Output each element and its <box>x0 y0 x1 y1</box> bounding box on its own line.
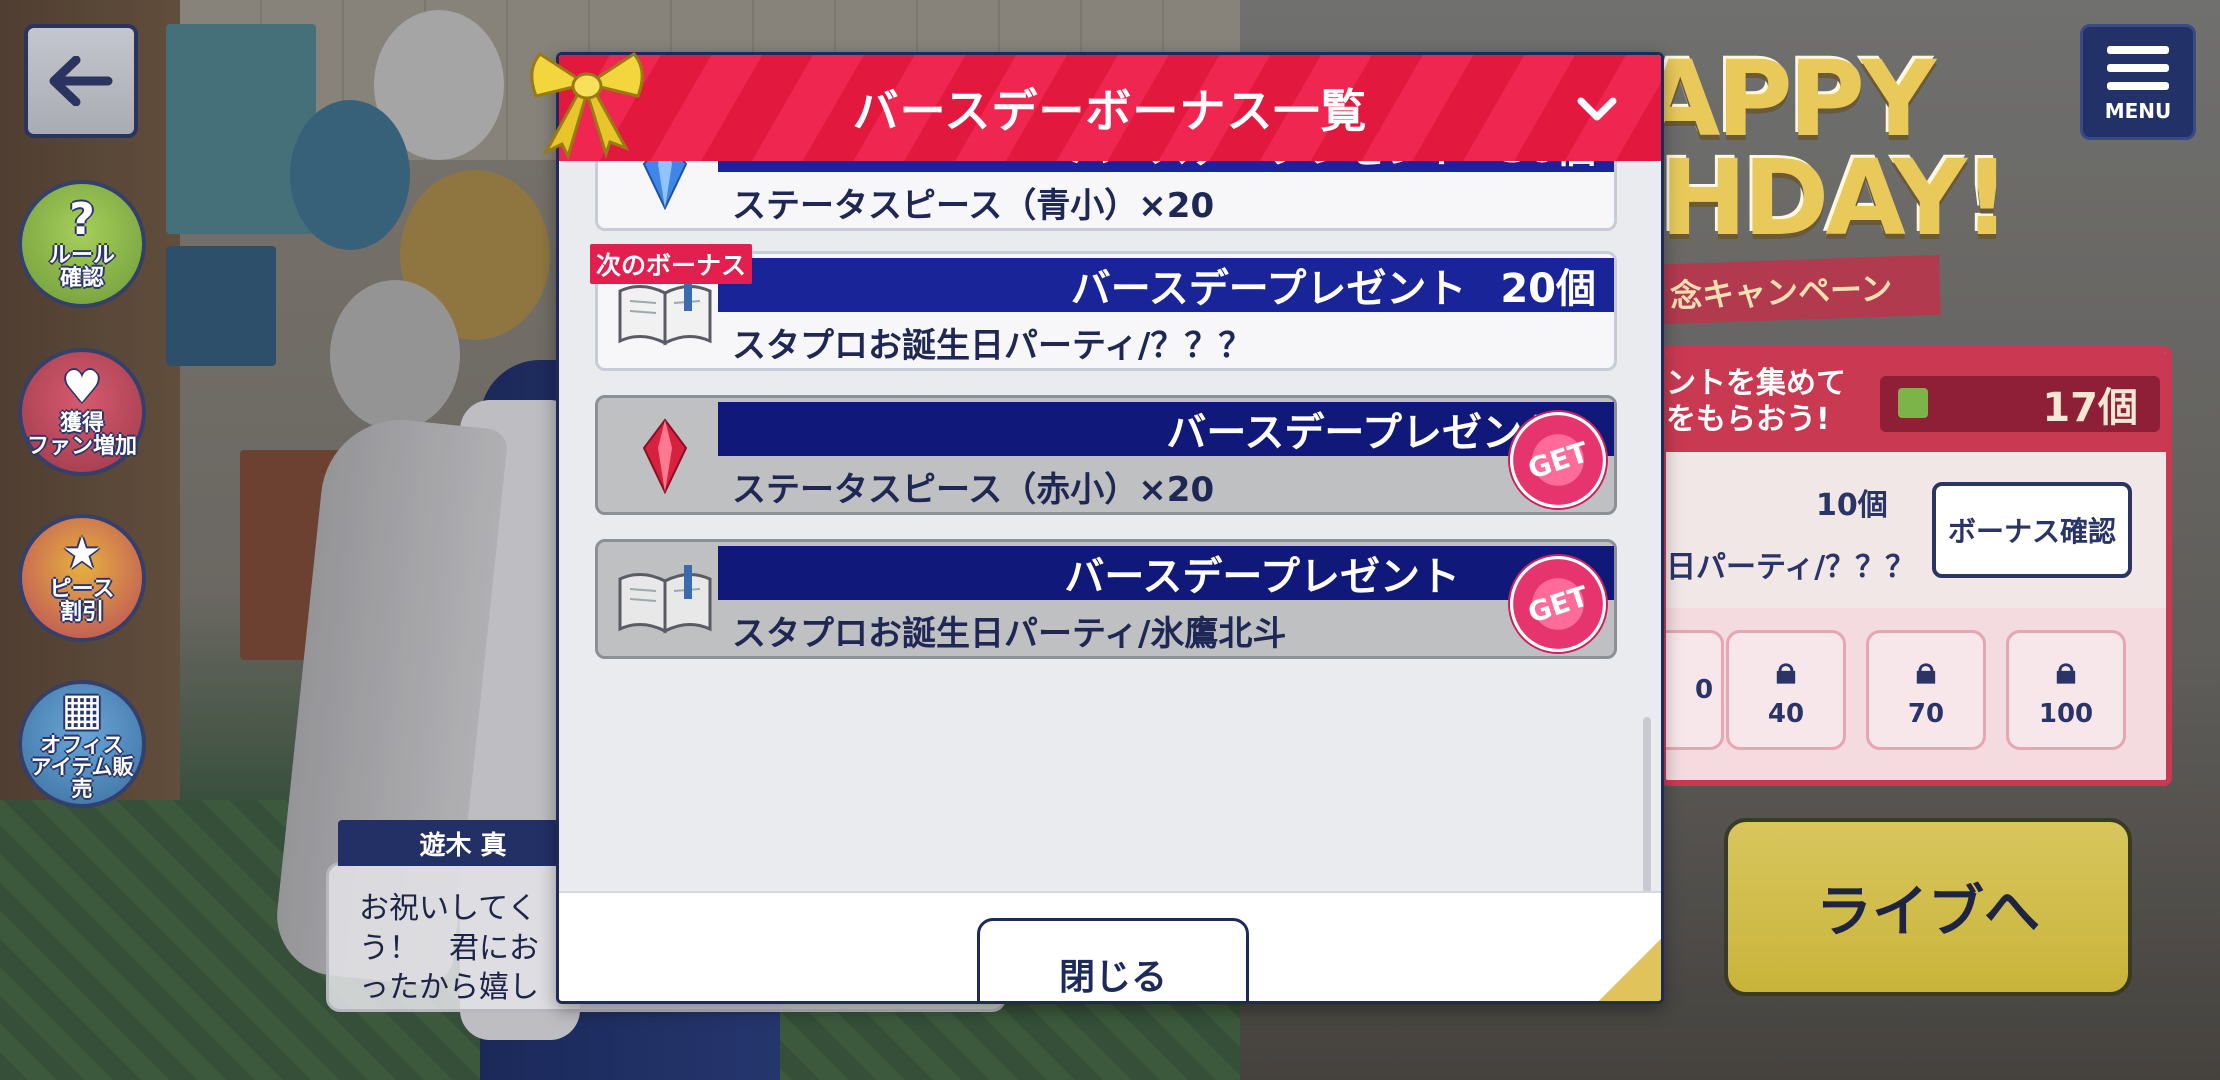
bonus-row: バースデープレゼント 20個 スタプロお誕生日パーティ/？？？ 次のボーナス <box>590 244 1617 371</box>
modal-title: バースデーボーナス一覧 <box>852 84 1368 138</box>
present-count-value: 17個 <box>2042 385 2138 431</box>
gold-corner-decoration <box>1597 937 1661 1001</box>
menu-label: MENU <box>2104 99 2172 123</box>
close-button[interactable]: 閉じる <box>977 918 1249 1001</box>
next-bonus-badge: 次のボーナス <box>590 244 753 284</box>
reward-tile[interactable]: 🔒︎ 70 <box>1866 630 1986 750</box>
scrollbar[interactable] <box>1643 717 1651 891</box>
fan-increase-label: 獲得 ファン増加 <box>26 410 137 459</box>
question-icon: ? <box>69 193 95 245</box>
bonus-row: バースデープレゼント 30個 ステータスピース（青小）×20 <box>595 161 1617 231</box>
row-title: バースデープレゼント <box>1064 554 1460 600</box>
row-item: スタプロお誕生日パーティ/？？？ <box>732 326 1253 366</box>
next-bonus-item: 日パーティ/？？？ <box>1666 550 1916 585</box>
office-item-sale-label: オフィス アイテム販売 <box>30 732 134 802</box>
modal-footer: 閉じる <box>559 891 1661 1001</box>
modal-header: バースデーボーナス一覧 <box>559 55 1661 161</box>
row-title-band: バースデープレゼント <box>718 546 1614 600</box>
row-title: バースデープレゼント <box>1166 410 1562 456</box>
row-title: バースデープレゼント <box>1070 266 1467 312</box>
piece-discount-button[interactable]: ★ ピース 割引 <box>18 514 146 642</box>
lock-icon: 🔒︎ <box>1915 648 1937 692</box>
tile-value: 70 <box>1907 699 1945 729</box>
row-count: 20個 <box>1500 266 1596 312</box>
present-count: 17個 <box>1880 376 2160 432</box>
campaign-ribbon: 念キャンペーン <box>1639 254 1941 326</box>
lock-icon: 🔒︎ <box>1775 648 1797 692</box>
bonus-row: バースデープレゼント ステータスピース（赤小）×20 GET <box>595 395 1619 521</box>
row-title: バースデープレゼント <box>1071 161 1467 174</box>
campaign-panel: ントを集めて をもらおう! 17個 10個 日パーティ/？？？ ボーナス確認 0… <box>1660 346 2172 786</box>
building-icon: ▦ <box>61 683 103 735</box>
logo-line2: HDAY! <box>1660 136 2011 259</box>
ribbon-bow-icon <box>530 52 644 160</box>
red-crystal-icon <box>610 414 720 498</box>
reward-tile[interactable]: 🔒︎ 100 <box>2006 630 2126 750</box>
happy-birthday-logo: APPY HDAY! <box>1640 47 2011 260</box>
tile-value: 0 <box>1694 675 1714 705</box>
live-button[interactable]: ライブへ <box>1724 818 2132 996</box>
bonus-row: バースデープレゼント スタプロお誕生日パーティ/氷鷹北斗 GET <box>595 539 1619 665</box>
hamburger-icon <box>2107 46 2169 54</box>
gift-icon <box>1898 388 1928 418</box>
row-title-band: バースデープレゼント 30個 <box>718 161 1614 172</box>
chevron-down-icon[interactable] <box>1575 87 1619 131</box>
back-button[interactable] <box>24 24 138 138</box>
row-item: ステータスピース（青小）×20 <box>732 186 1215 226</box>
campaign-header-text: ントを集めて をもらおう! <box>1666 366 1846 437</box>
row-item: ステータスピース（赤小）×20 <box>732 470 1215 510</box>
menu-button[interactable]: MENU <box>2080 24 2196 140</box>
speaker-name: 遊木 真 <box>338 820 588 866</box>
rule-check-label: ルール 確認 <box>48 242 115 291</box>
row-title-band: バースデープレゼント 20個 <box>718 258 1614 312</box>
tile-value: 40 <box>1767 699 1805 729</box>
birthday-bonus-modal: バースデーボーナス一覧 バースデープレゼント 30個 ステータスピース（青小）×… <box>556 52 1664 1004</box>
lock-icon: 🔒︎ <box>2055 648 2077 692</box>
blue-crystal-icon <box>610 161 720 214</box>
reward-tiles: 0 🔒︎ 40 🔒︎ 70 🔒︎ 100 <box>1666 608 2166 780</box>
reward-tile[interactable]: 🔒︎ 40 <box>1726 630 1846 750</box>
back-arrow-icon <box>49 56 113 106</box>
next-bonus-value: 10個 <box>1816 488 1888 523</box>
piece-discount-label: ピース 割引 <box>49 576 115 625</box>
book-icon <box>610 558 720 642</box>
close-button-label: 閉じる <box>977 918 1249 1001</box>
bonus-list[interactable]: バースデープレゼント 30個 ステータスピース（青小）×20 バースデープレゼン… <box>559 161 1661 891</box>
row-title-band: バースデープレゼント <box>718 402 1614 456</box>
office-item-sale-button[interactable]: ▦ オフィス アイテム販売 <box>18 680 146 808</box>
bonus-check-button[interactable]: ボーナス確認 <box>1932 482 2132 578</box>
reward-tile[interactable]: 0 <box>1666 630 1724 750</box>
fan-increase-button[interactable]: ♥ 獲得 ファン増加 <box>18 348 146 476</box>
rule-check-button[interactable]: ? ルール 確認 <box>18 180 146 308</box>
row-count: 30個 <box>1500 161 1596 174</box>
heart-icon: ♥ <box>62 361 102 413</box>
row-item: スタプロお誕生日パーティ/氷鷹北斗 <box>732 614 1287 654</box>
star-icon: ★ <box>62 527 102 579</box>
tile-value: 100 <box>2038 699 2094 729</box>
